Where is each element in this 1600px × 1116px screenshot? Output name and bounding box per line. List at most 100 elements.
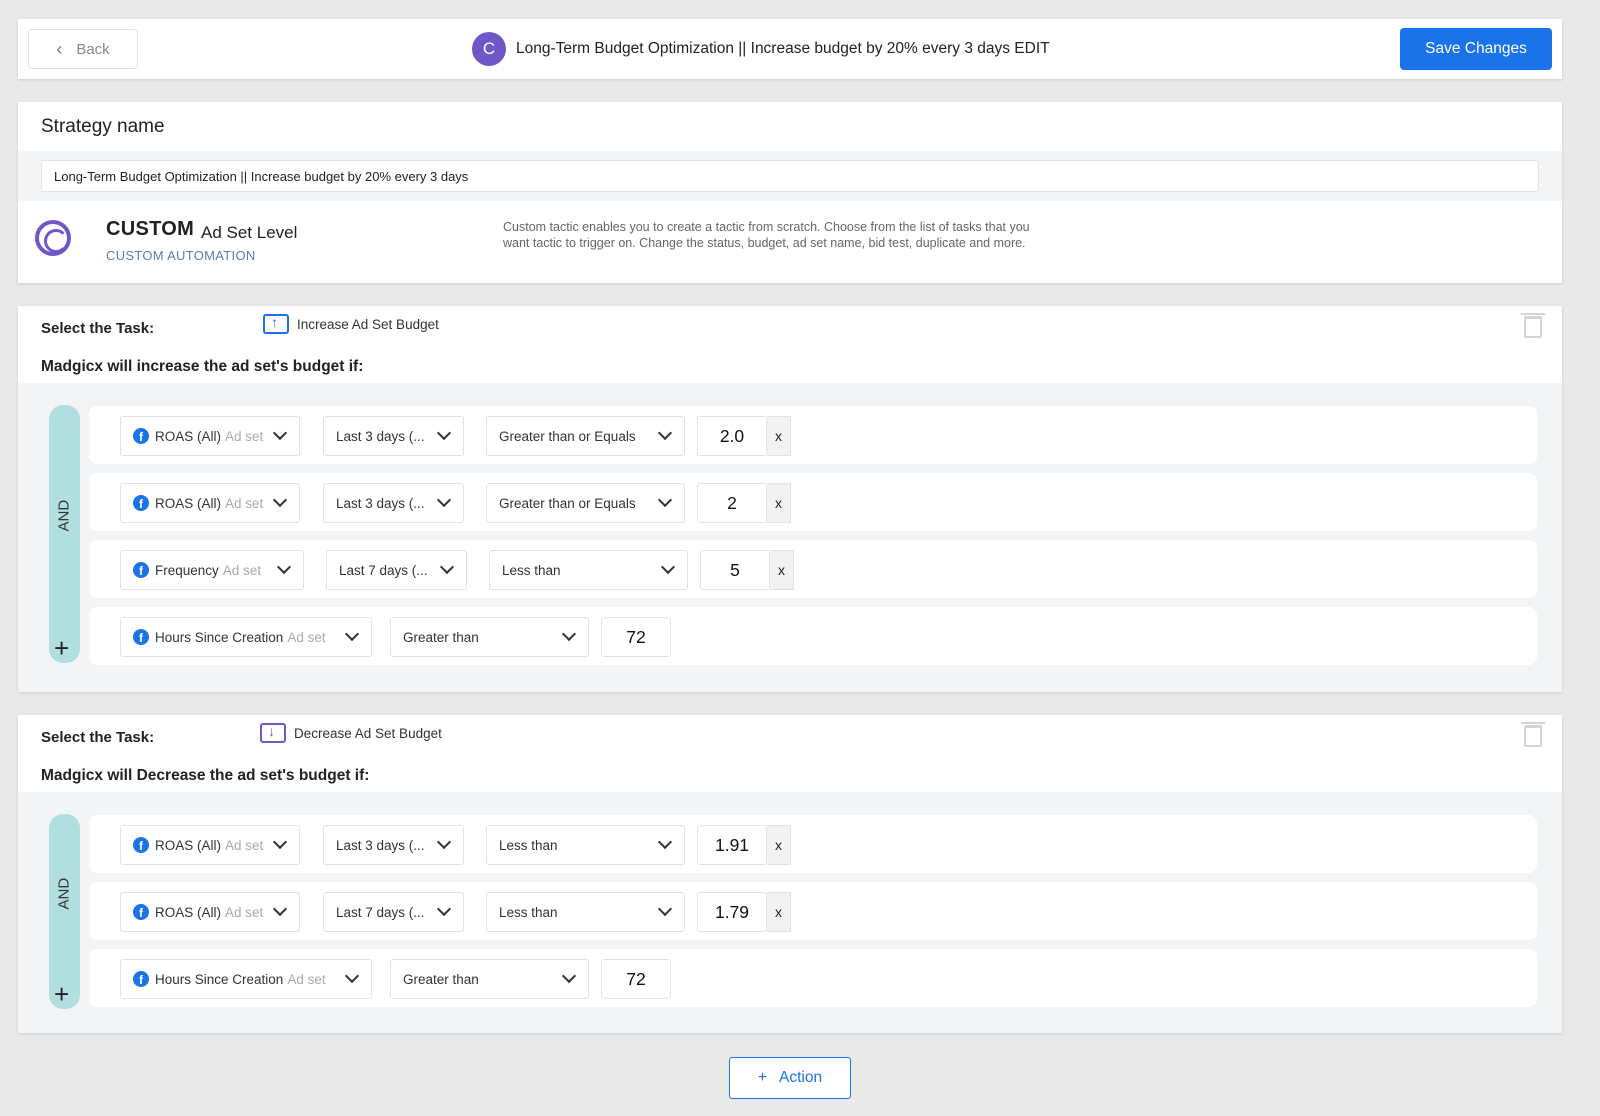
operator-dropdown[interactable]: Less than (489, 550, 688, 590)
chevron-down-icon (272, 901, 288, 917)
trash-icon[interactable] (1521, 313, 1545, 338)
chevron-down-icon (276, 559, 292, 575)
operator-dropdown[interactable]: Greater than (390, 617, 589, 657)
metric-label: Hours Since Creation (155, 971, 284, 987)
condition-row: f Hours Since Creation Ad set Greater th… (89, 949, 1537, 1007)
chevron-down-icon (436, 834, 452, 850)
value-input[interactable]: 5 (700, 550, 770, 590)
chevron-down-icon (272, 834, 288, 850)
operator-dropdown[interactable]: Greater than or Equals (486, 483, 685, 523)
chevron-down-icon (657, 834, 673, 850)
facebook-icon: f (133, 904, 149, 920)
and-label: AND (55, 877, 73, 910)
operator-label: Less than (499, 904, 558, 920)
and-group-bar: AND + (49, 405, 80, 663)
metric-dropdown[interactable]: f Frequency Ad set (120, 550, 304, 590)
metric-dropdown[interactable]: f Hours Since Creation Ad set (120, 959, 372, 999)
add-condition-icon[interactable]: + (54, 635, 69, 661)
operator-dropdown[interactable]: Greater than or Equals (486, 416, 685, 456)
chevron-down-icon (344, 968, 360, 984)
level-label: Ad set (222, 562, 262, 578)
decrease-budget-icon (260, 723, 286, 743)
window-label: Last 3 days (... (336, 495, 425, 511)
level-label: Ad set (287, 971, 326, 987)
tactic-type-title: CUSTOM (106, 218, 195, 240)
chevron-down-icon (344, 626, 360, 642)
value-input[interactable]: 72 (601, 617, 671, 657)
operator-dropdown[interactable]: Less than (486, 825, 685, 865)
level-label: Ad set (225, 495, 264, 511)
metric-dropdown[interactable]: f ROAS (All) Ad set (120, 825, 300, 865)
trash-icon[interactable] (1521, 722, 1545, 747)
condition-row: f ROAS (All) Ad set Last 3 days (... Les… (89, 815, 1537, 873)
metric-label: ROAS (All) (155, 837, 222, 853)
operator-label: Greater than or Equals (499, 495, 636, 511)
facebook-icon: f (133, 495, 149, 511)
metric-dropdown[interactable]: f Hours Since Creation Ad set (120, 617, 372, 657)
plus-icon: + (757, 1069, 767, 1086)
add-action-button[interactable]: + Action (729, 1057, 851, 1099)
chevron-down-icon (657, 425, 673, 441)
chevron-down-icon (272, 425, 288, 441)
top-bar: ‹ Back C Long-Term Budget Optimization |… (18, 19, 1562, 79)
metric-label: Hours Since Creation (155, 629, 284, 645)
window-label: Last 7 days (... (336, 904, 425, 920)
chevron-down-icon (657, 492, 673, 508)
task-name: Increase Ad Set Budget (297, 316, 439, 332)
time-window-dropdown[interactable]: Last 7 days (... (326, 550, 467, 590)
value-input[interactable]: 1.91 (697, 825, 767, 865)
condition-row: f ROAS (All) Ad set Last 3 days (... Gre… (89, 406, 1537, 464)
add-condition-icon[interactable]: + (54, 981, 69, 1007)
chevron-down-icon (561, 968, 577, 984)
remove-condition-button[interactable]: x (767, 825, 791, 865)
value-input[interactable]: 2 (697, 483, 767, 523)
remove-condition-button[interactable]: x (767, 483, 791, 523)
task-card-decrease: Select the Task: Decrease Ad Set Budget … (18, 715, 1562, 1033)
chevron-down-icon (439, 559, 455, 575)
operator-dropdown[interactable]: Less than (486, 892, 685, 932)
facebook-icon: f (133, 428, 149, 444)
task-card-increase: Select the Task: Increase Ad Set Budget … (18, 306, 1562, 692)
chevron-down-icon (561, 626, 577, 642)
back-button[interactable]: ‹ Back (28, 29, 138, 69)
time-window-dropdown[interactable]: Last 7 days (... (323, 892, 464, 932)
operator-label: Greater than or Equals (499, 428, 636, 444)
operator-label: Less than (502, 562, 561, 578)
metric-dropdown[interactable]: f ROAS (All) Ad set (120, 483, 300, 523)
back-label: Back (76, 40, 110, 58)
tactic-subtitle: CUSTOM AUTOMATION (106, 248, 256, 263)
value-input[interactable]: 1.79 (697, 892, 767, 932)
level-label: Ad set (287, 629, 326, 645)
window-label: Last 3 days (... (336, 428, 425, 444)
chevron-down-icon (660, 559, 676, 575)
facebook-icon: f (133, 837, 149, 853)
and-group-bar: AND + (49, 814, 80, 1009)
facebook-icon: f (133, 562, 149, 578)
value-input[interactable]: 2.0 (697, 416, 767, 456)
window-label: Last 3 days (... (336, 837, 425, 853)
chevron-down-icon (436, 901, 452, 917)
metric-dropdown[interactable]: f ROAS (All) Ad set (120, 892, 300, 932)
metric-dropdown[interactable]: f ROAS (All) Ad set (120, 416, 300, 456)
select-task-label: Select the Task: (41, 729, 155, 746)
time-window-dropdown[interactable]: Last 3 days (... (323, 825, 464, 865)
remove-condition-button[interactable]: x (767, 892, 791, 932)
condition-row: f Frequency Ad set Last 7 days (... Less… (89, 540, 1537, 598)
remove-condition-button[interactable]: x (767, 416, 791, 456)
condition-row: f ROAS (All) Ad set Last 3 days (... Gre… (89, 473, 1537, 531)
time-window-dropdown[interactable]: Last 3 days (... (323, 483, 464, 523)
strategy-name-input[interactable]: Long-Term Budget Optimization || Increas… (41, 160, 1539, 192)
remove-condition-button[interactable]: x (770, 550, 794, 590)
value-input[interactable]: 72 (601, 959, 671, 999)
chevron-down-icon (436, 425, 452, 441)
save-changes-button[interactable]: Save Changes (1400, 28, 1552, 70)
level-label: Ad set (225, 837, 264, 853)
task-select-increase[interactable]: Increase Ad Set Budget (263, 314, 439, 334)
conditions-area: AND + f ROAS (All) Ad set Last 3 days (.… (18, 383, 1562, 692)
task-select-decrease[interactable]: Decrease Ad Set Budget (260, 723, 442, 743)
chevron-down-icon (272, 492, 288, 508)
tactic-level: Ad Set Level (201, 223, 298, 242)
conditions-area: AND + f ROAS (All) Ad set Last 3 days (.… (18, 792, 1562, 1033)
operator-dropdown[interactable]: Greater than (390, 959, 589, 999)
time-window-dropdown[interactable]: Last 3 days (... (323, 416, 464, 456)
